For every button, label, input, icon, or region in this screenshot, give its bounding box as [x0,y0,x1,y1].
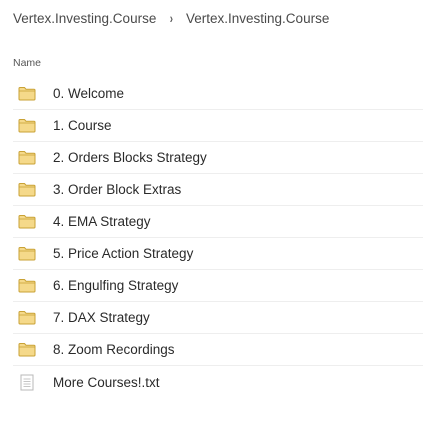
text-file-icon [17,374,37,390]
breadcrumb-item-current[interactable]: Vertex.Investing.Course [186,11,329,26]
folder-icon [17,182,37,198]
list-item[interactable]: 6. Engulfing Strategy [13,270,423,302]
list-item[interactable]: 0. Welcome [13,78,423,110]
list-item[interactable]: 7. DAX Strategy [13,302,423,334]
breadcrumb: Vertex.Investing.Course › Vertex.Investi… [13,10,329,26]
list-item[interactable]: 3. Order Block Extras [13,174,423,206]
folder-icon [17,310,37,326]
list-item-name: 6. Engulfing Strategy [53,278,179,293]
list-item-name: 1. Course [53,118,112,133]
list-item-name: 5. Price Action Strategy [53,246,194,261]
list-item[interactable]: 8. Zoom Recordings [13,334,423,366]
list-item[interactable]: 4. EMA Strategy [13,206,423,238]
folder-icon [17,150,37,166]
folder-icon [17,278,37,294]
list-item-name: 2. Orders Blocks Strategy [53,150,207,165]
list-item-name: 4. EMA Strategy [53,214,151,229]
folder-icon [17,214,37,230]
breadcrumb-separator: › [170,10,174,26]
list-item-name: 8. Zoom Recordings [53,342,175,357]
list-item[interactable]: 5. Price Action Strategy [13,238,423,270]
folder-icon [17,86,37,102]
list-item-name: 0. Welcome [53,86,125,101]
list-item-name: 7. DAX Strategy [53,310,150,325]
column-header-name[interactable]: Name [13,57,41,69]
list-item[interactable]: 2. Orders Blocks Strategy [13,142,423,174]
list-item[interactable]: More Courses!.txt [13,366,423,398]
list-item-name: 3. Order Block Extras [53,182,182,197]
breadcrumb-item-root[interactable]: Vertex.Investing.Course [13,11,156,26]
folder-icon [17,246,37,262]
folder-icon [17,342,37,358]
list-item-name: More Courses!.txt [53,374,160,390]
file-list: 0. Welcome 1. Course 2. Orders Blocks St… [13,78,423,398]
folder-icon [17,118,37,134]
list-item[interactable]: 1. Course [13,110,423,142]
